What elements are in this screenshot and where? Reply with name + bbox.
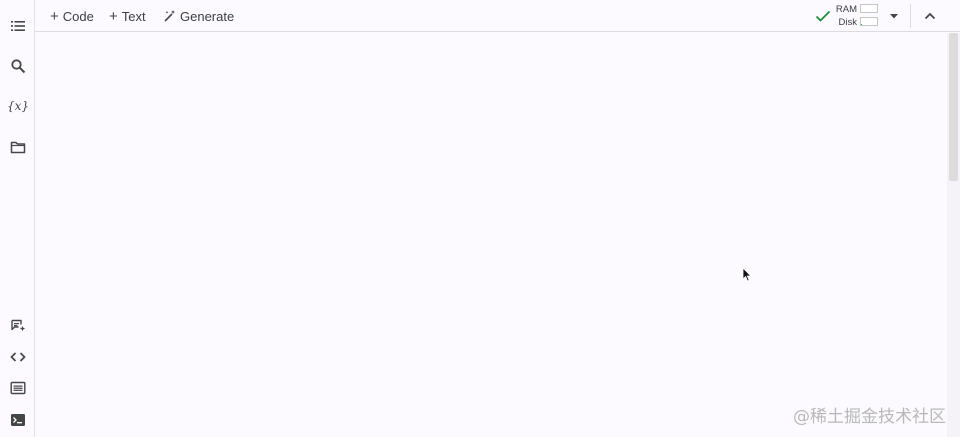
resource-labels[interactable]: RAM Disk: [834, 3, 857, 29]
watermark: @稀土掘金技术社区: [793, 407, 946, 427]
code-snippets-icon[interactable]: [8, 347, 28, 367]
add-icon: +: [50, 7, 59, 25]
magic-wand-icon: [164, 10, 175, 22]
scrollbar-thumb[interactable]: [949, 33, 958, 181]
notes-icon[interactable]: [8, 316, 28, 336]
generate-button[interactable]: Generate: [163, 6, 234, 26]
left-sidebar: {x}: [0, 0, 35, 437]
notebook-content-area[interactable]: [35, 33, 947, 437]
command-palette-icon[interactable]: [8, 378, 28, 398]
notebook-toolbar: + Code + Text Generate RAM Disk: [35, 0, 960, 32]
add-code-button[interactable]: + Code: [50, 6, 94, 26]
disk-usage-fill: [861, 24, 862, 25]
caret-down-icon[interactable]: [887, 9, 901, 23]
add-text-label: Text: [121, 8, 146, 24]
toolbar-divider: [910, 4, 911, 28]
add-code-label: Code: [62, 8, 94, 24]
chevron-up-icon[interactable]: [922, 8, 938, 24]
terminal-icon[interactable]: [8, 410, 28, 430]
search-icon[interactable]: [8, 56, 28, 76]
files-icon[interactable]: [8, 137, 28, 157]
check-icon: [815, 10, 831, 22]
scrollbar[interactable]: [947, 33, 960, 437]
variables-icon[interactable]: {x}: [6, 96, 30, 116]
ram-label: RAM: [835, 4, 857, 15]
variables-glyph: {x}: [6, 99, 30, 113]
add-icon: +: [109, 7, 118, 25]
disk-usage-bar: [860, 17, 878, 26]
disk-label: Disk: [838, 17, 857, 28]
mouse-cursor-icon: [742, 267, 752, 282]
table-of-contents-icon[interactable]: [8, 16, 28, 36]
generate-label: Generate: [180, 8, 235, 24]
add-text-button[interactable]: + Text: [109, 6, 146, 26]
ram-usage-bar: [860, 4, 878, 13]
